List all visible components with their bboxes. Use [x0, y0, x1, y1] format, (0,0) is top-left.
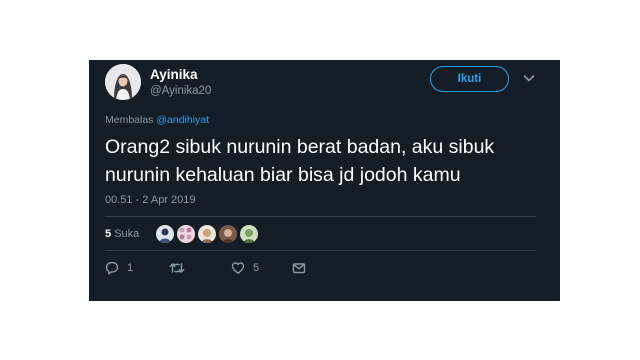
reply-prefix: Membalas — [105, 114, 154, 126]
reply-icon — [105, 261, 119, 275]
retweet-button[interactable] — [169, 261, 193, 275]
liker-avatar[interactable] — [155, 224, 175, 244]
reply-count: 1 — [127, 262, 134, 274]
liker-avatar[interactable] — [218, 224, 238, 244]
chevron-down-icon[interactable] — [521, 70, 537, 86]
like-button[interactable]: 5 — [231, 261, 259, 275]
author-display-name[interactable]: Ayinika — [150, 67, 198, 82]
divider — [105, 250, 536, 251]
likes-label: Suka — [114, 228, 140, 240]
likes-summary[interactable]: 5 Suka — [105, 228, 139, 240]
reply-button[interactable]: 1 — [105, 261, 133, 275]
direct-message-button[interactable] — [292, 261, 306, 275]
follow-button[interactable]: Ikuti — [430, 66, 509, 92]
divider — [105, 216, 536, 217]
retweet-icon — [169, 261, 185, 275]
reply-context: Membalas @andihiyat — [105, 114, 209, 126]
like-count: 5 — [253, 262, 260, 274]
envelope-icon — [292, 261, 306, 275]
author-avatar[interactable] — [105, 64, 141, 100]
reply-mention-link[interactable]: @andihiyat — [156, 114, 209, 126]
author-handle[interactable]: @Ayinika20 — [150, 85, 211, 97]
liker-avatar[interactable] — [176, 224, 196, 244]
likes-count: 5 — [105, 228, 112, 240]
tweet-text: Orang2 sibuk nurunin berat badan, aku si… — [105, 136, 495, 186]
liker-avatar[interactable] — [239, 224, 259, 244]
tweet-timestamp[interactable]: 00.51 - 2 Apr 2019 — [105, 194, 196, 206]
liker-avatar[interactable] — [197, 224, 217, 244]
tweet-card: Ayinika @Ayinika20 Ikuti Membalas @andih… — [89, 60, 560, 301]
heart-icon — [231, 261, 245, 275]
